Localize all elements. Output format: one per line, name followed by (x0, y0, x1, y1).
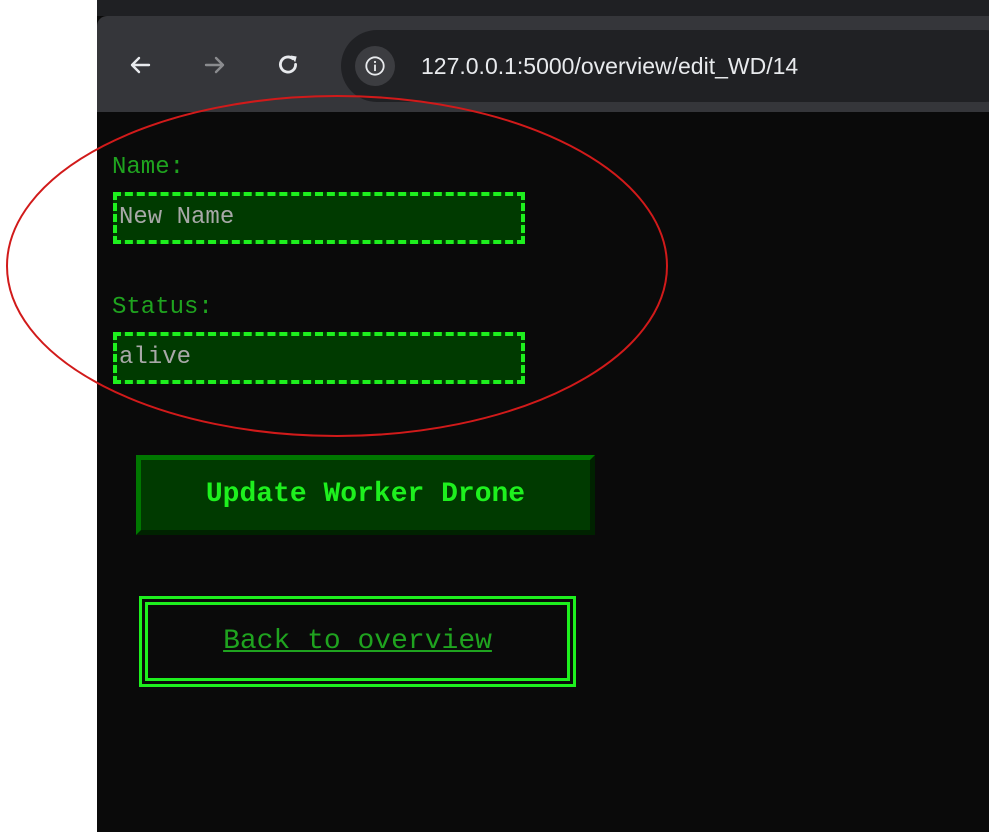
address-bar[interactable]: 127.0.0.1:5000/overview/edit_WD/14 (341, 30, 989, 102)
back-button[interactable] (125, 50, 155, 80)
page-content: Name: New Name Status: alive Update Work… (97, 112, 989, 832)
status-input[interactable]: alive (113, 332, 525, 384)
url-text: 127.0.0.1:5000/overview/edit_WD/14 (421, 53, 799, 79)
arrow-right-icon (204, 56, 225, 74)
screenshot: 127.0.0.1:5000/overview/edit_WD/14 Name:… (0, 0, 989, 832)
arrow-left-icon (130, 56, 151, 74)
reload-button[interactable] (273, 50, 303, 80)
forward-button[interactable] (200, 50, 230, 80)
update-worker-drone-button[interactable]: Update Worker Drone (136, 455, 595, 535)
back-to-overview-link[interactable]: Back to overview (223, 626, 492, 657)
name-input[interactable]: New Name (113, 192, 525, 244)
browser-window: 127.0.0.1:5000/overview/edit_WD/14 Name:… (97, 0, 989, 832)
tab-strip (97, 0, 989, 16)
back-link-frame: Back to overview (139, 596, 576, 687)
status-label: Status: (112, 294, 213, 321)
info-circle-icon (365, 56, 385, 76)
site-info-button[interactable] (355, 46, 395, 86)
name-label: Name: (112, 154, 185, 181)
browser-toolbar: 127.0.0.1:5000/overview/edit_WD/14 (97, 16, 989, 112)
reload-icon (279, 55, 297, 74)
